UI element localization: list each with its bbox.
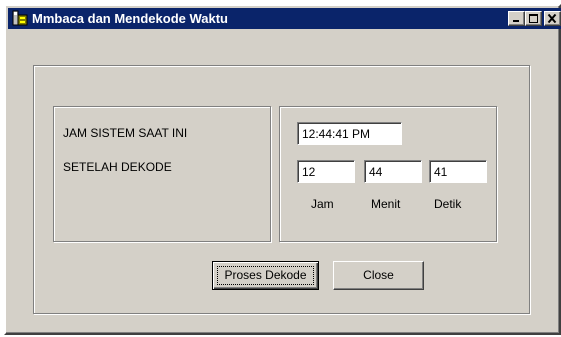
second-label: Detik	[434, 197, 462, 211]
minimize-icon	[513, 20, 519, 22]
decode-button[interactable]: Proses Dekode	[212, 261, 319, 290]
close-icon	[547, 14, 557, 23]
close-window-button[interactable]	[544, 11, 561, 26]
decode-button-label: Proses Dekode	[224, 268, 307, 282]
app-icon	[12, 10, 29, 27]
window-title: Mmbaca dan Mendekode Waktu	[32, 11, 228, 26]
second-field[interactable]: 41	[429, 160, 487, 183]
maximize-button[interactable]	[525, 11, 542, 26]
minute-label: Menit	[371, 197, 401, 211]
maximize-icon	[529, 14, 538, 23]
after-decode-label: SETELAH DEKODE	[63, 160, 172, 174]
minute-field[interactable]: 44	[364, 160, 422, 183]
hour-label: Jam	[311, 197, 334, 211]
minimize-button[interactable]	[508, 11, 525, 26]
title-bar[interactable]: Mmbaca dan Mendekode Waktu	[8, 8, 561, 29]
hour-field[interactable]: 12	[297, 160, 355, 183]
close-button[interactable]: Close	[333, 261, 424, 290]
close-button-label: Close	[363, 268, 394, 282]
system-time-label: JAM SISTEM SAAT INI	[63, 126, 188, 140]
system-time-field[interactable]: 12:44:41 PM	[297, 122, 402, 145]
